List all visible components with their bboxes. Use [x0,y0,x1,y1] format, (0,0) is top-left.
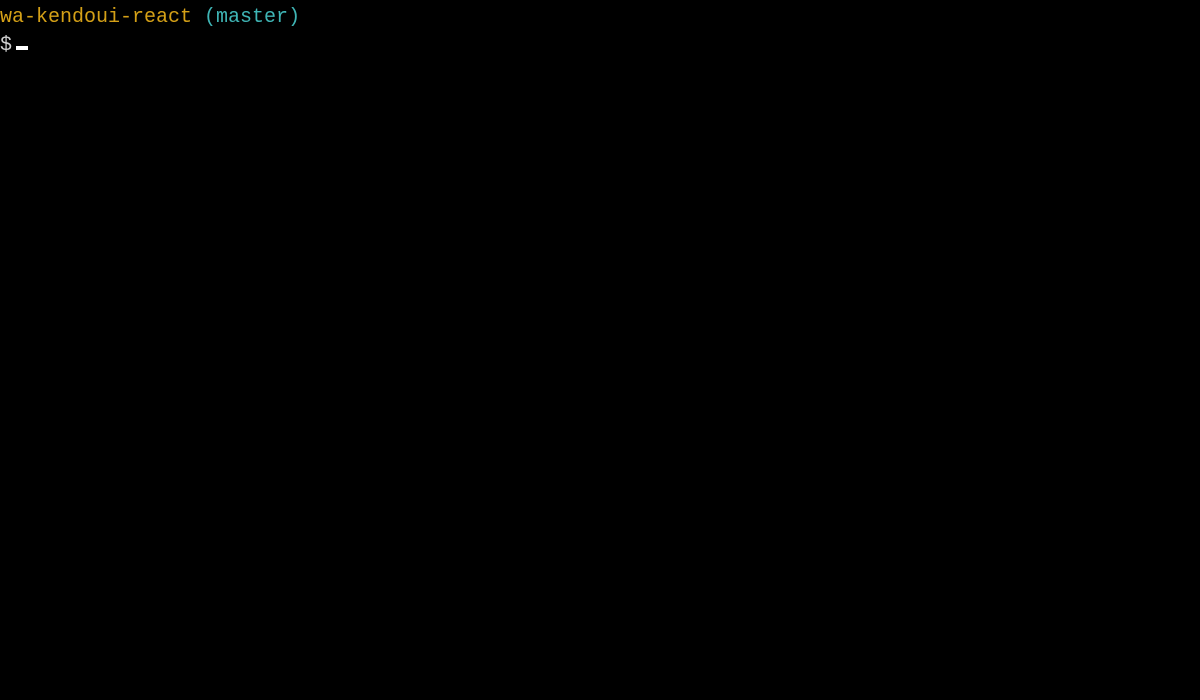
cursor-icon [16,46,28,50]
terminal-context-line: wa-kendoui-react (master) [0,4,1200,32]
prompt-symbol: $ [0,32,12,60]
terminal-prompt-line[interactable]: $ [0,32,1200,60]
branch-close: ) [288,6,300,29]
branch-open: ( [192,6,216,29]
git-branch: master [216,6,288,29]
current-directory: wa-kendoui-react [0,6,192,29]
terminal-window[interactable]: wa-kendoui-react (master) $ [0,0,1200,700]
